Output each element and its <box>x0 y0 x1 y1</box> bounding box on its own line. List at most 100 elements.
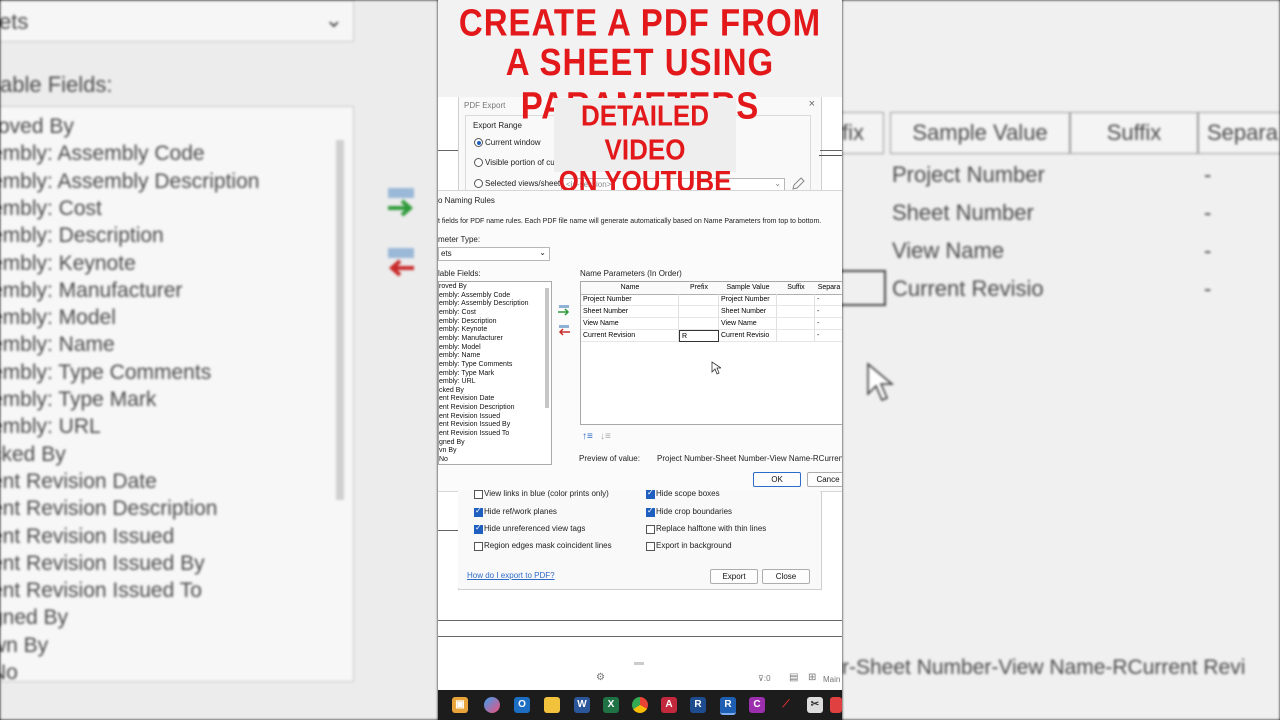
table-cell-name[interactable]: Sheet Number <box>581 306 679 318</box>
table-cell-prefix[interactable]: R <box>679 330 719 342</box>
visible-portion-radio[interactable] <box>474 158 483 167</box>
field-list-item[interactable]: ent Revision Description <box>439 404 514 411</box>
field-list-item[interactable]: ent Revision Issued By <box>439 421 510 428</box>
option-checkbox[interactable] <box>646 488 655 499</box>
field-list-item[interactable]: embly: Name <box>439 352 480 359</box>
table-cell-sample[interactable]: Sheet Number <box>719 306 777 318</box>
editing-icon[interactable]: ⊞ <box>808 672 816 683</box>
table-cell-prefix[interactable] <box>679 306 719 318</box>
current-window-radio[interactable] <box>474 138 483 147</box>
file-explorer-icon[interactable] <box>544 697 560 713</box>
list-scrollbar[interactable] <box>545 288 549 408</box>
table-cell-name[interactable]: Current Revision <box>581 330 679 342</box>
help-link[interactable]: How do I export to PDF? <box>467 571 555 580</box>
table-cell-name[interactable]: View Name <box>581 318 679 330</box>
design-options-icon[interactable]: ▤ <box>789 672 798 683</box>
field-list-item[interactable]: cked By <box>439 387 464 394</box>
app-c-icon[interactable]: C <box>749 697 765 713</box>
field-list-item[interactable]: ent Revision Date <box>439 395 494 402</box>
remove-parameter-icon <box>388 248 414 277</box>
field-list-item[interactable]: vn By <box>439 447 457 454</box>
move-down-icon[interactable]: ↓≡ <box>600 431 611 442</box>
field-list-item[interactable]: embly: Assembly Code <box>439 292 510 299</box>
table-cell-sep[interactable]: - <box>815 306 842 318</box>
parameter-type-combo[interactable]: ets ⌄ <box>438 247 550 261</box>
option-checkbox[interactable] <box>646 525 655 534</box>
field-item-bg: ent Revision Date <box>0 469 157 493</box>
table-cell-sample[interactable]: View Name <box>719 318 777 330</box>
table-cell-sep[interactable]: - <box>815 330 842 342</box>
field-item-bg: wn By <box>0 633 49 657</box>
field-item-bg: gned By <box>0 606 69 630</box>
sample-value-cell: Sheet Number <box>892 200 1034 225</box>
briefcase-icon[interactable]: ▣ <box>452 697 468 713</box>
selected-views-radio[interactable] <box>474 179 483 188</box>
field-list-item[interactable]: embly: Assembly Description <box>439 300 528 307</box>
field-list-item[interactable]: embly: URL <box>439 378 476 385</box>
option-checkbox[interactable] <box>474 490 483 499</box>
word-icon[interactable]: W <box>574 697 590 713</box>
ok-button[interactable]: OK <box>753 472 801 487</box>
filter-icon[interactable]: ⊽:0 <box>758 674 771 683</box>
field-list-item[interactable]: embly: Model <box>439 344 481 351</box>
copilot-icon[interactable] <box>484 697 500 713</box>
table-cell-sample[interactable]: Project Number <box>719 294 777 306</box>
field-list-item[interactable]: roved By <box>439 283 467 290</box>
parameter-type-label: meter Type: <box>438 235 481 244</box>
cancel-button[interactable]: Cance <box>807 472 842 487</box>
table-cell-suffix[interactable] <box>777 318 815 330</box>
available-fields-list[interactable]: roved By embly: Assembly Code embly: Assem… <box>438 281 552 465</box>
table-cell-suffix[interactable] <box>777 306 815 318</box>
separator-cell: - <box>1204 276 1212 301</box>
revit-active-icon[interactable]: R <box>720 697 736 715</box>
app-red-icon[interactable] <box>830 697 842 713</box>
option-checkbox[interactable] <box>474 542 483 551</box>
field-list-item[interactable]: ent Revision Issued <box>439 413 500 420</box>
option-checkbox[interactable] <box>646 542 655 551</box>
field-list-item[interactable]: embly: Cost <box>439 309 476 316</box>
resize-grip[interactable] <box>634 662 644 665</box>
table-cell-sample[interactable]: Current Revisio <box>719 330 777 342</box>
naming-rules-instruction: t fields for PDF name rules. Each PDF fi… <box>438 218 822 225</box>
field-list-item[interactable]: ent Revision Issued To <box>439 430 509 437</box>
worksets-icon[interactable]: ⚙ <box>596 672 605 683</box>
add-parameter-button[interactable] <box>557 304 571 316</box>
option-checkbox[interactable] <box>646 506 655 517</box>
remove-parameter-button[interactable] <box>557 324 571 336</box>
field-item-bg: embly: Type Mark <box>0 388 157 411</box>
combo-value: ets <box>0 9 29 34</box>
field-list-item[interactable]: No <box>439 456 448 463</box>
table-cell-name[interactable]: Project Number <box>581 294 679 306</box>
chevron-down-icon: ⌄ <box>774 179 781 188</box>
table-cell-suffix[interactable] <box>777 330 815 342</box>
chrome-icon[interactable] <box>632 697 648 713</box>
field-list-item[interactable]: embly: Type Comments <box>439 361 512 368</box>
table-cell-prefix[interactable] <box>679 318 719 330</box>
field-list-item[interactable]: embly: Type Mark <box>439 370 494 377</box>
field-list-item[interactable]: gned By <box>439 439 465 446</box>
export-button[interactable]: Export <box>710 569 758 584</box>
option-checkbox[interactable] <box>474 506 483 517</box>
snipping-tool-icon[interactable]: ✂ <box>807 697 823 713</box>
move-up-icon[interactable]: ↑≡ <box>582 431 593 442</box>
current-window-label: Current window <box>485 138 541 147</box>
revit-icon[interactable]: R <box>690 697 706 713</box>
field-list-item[interactable]: embly: Manufacturer <box>439 335 503 342</box>
main-model-label: Main <box>823 675 841 684</box>
table-cell-prefix[interactable] <box>679 294 719 306</box>
close-button[interactable]: Close <box>762 569 810 584</box>
table-cell-sep[interactable]: - <box>815 294 842 306</box>
field-item-bg: embly: Keynote <box>0 251 136 275</box>
field-list-item[interactable]: embly: Keynote <box>439 326 487 333</box>
outlook-icon[interactable]: O <box>514 697 530 713</box>
table-cell-sep[interactable]: - <box>815 318 842 330</box>
edit-pencil-icon[interactable] <box>791 177 805 191</box>
name-parameters-table[interactable]: Name Prefix Sample Value Suffix Separa Projec… <box>580 281 842 425</box>
field-list-item[interactable]: embly: Description <box>439 318 497 325</box>
table-cell-suffix[interactable] <box>777 294 815 306</box>
autocad-icon[interactable]: A <box>661 697 677 713</box>
available-fields-list-bg: roved By embly: Assembly Code embly: Assem… <box>0 106 354 684</box>
option-checkbox[interactable] <box>474 523 483 534</box>
acrobat-icon[interactable]: ⟋ <box>778 697 794 713</box>
excel-icon[interactable]: X <box>603 697 619 713</box>
